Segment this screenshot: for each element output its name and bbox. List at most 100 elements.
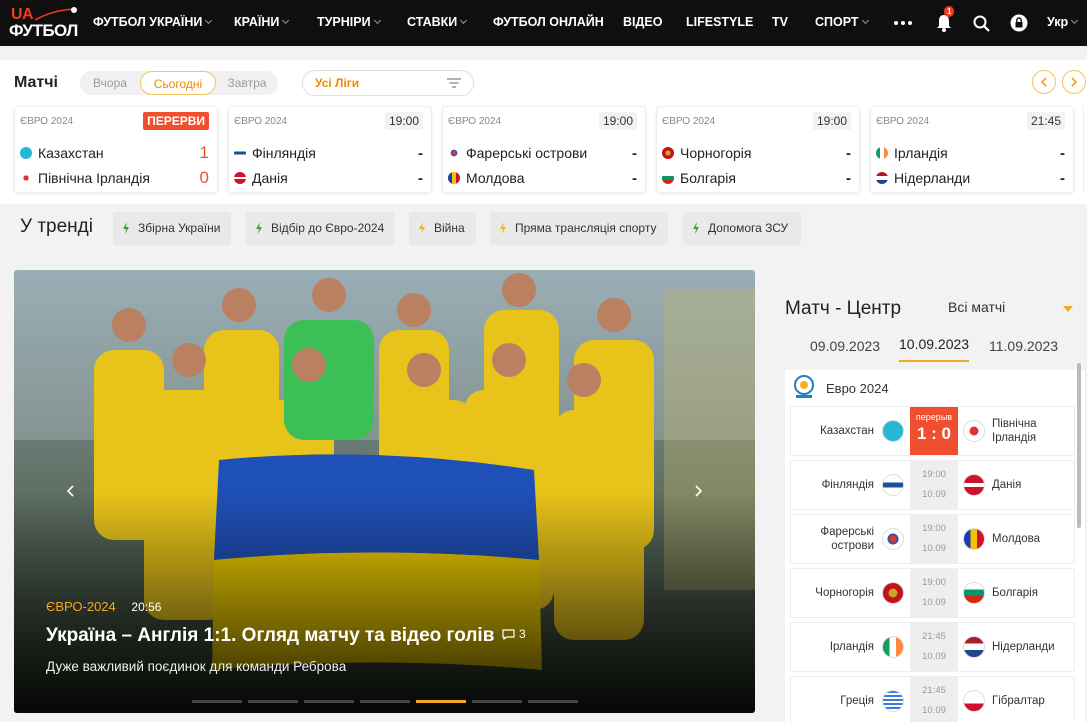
- nav-item-video[interactable]: ВІДЕО: [623, 0, 662, 46]
- tab-tomorrow[interactable]: Завтра: [216, 71, 278, 95]
- match-row[interactable]: Чорногорія 19:00 10.09 Болгарія: [790, 568, 1075, 618]
- league-filter-select[interactable]: Усі Ліги: [302, 70, 474, 96]
- match-date: 10.09: [922, 489, 946, 500]
- away-team-row: Нідерланди -: [876, 168, 1065, 188]
- match-time: 21:45: [1026, 112, 1065, 130]
- hero-time: 20:56: [131, 600, 162, 614]
- flag-northern-ireland-icon: [20, 172, 32, 184]
- match-score-box: перерыв 1 : 0: [910, 407, 958, 455]
- flag-faroe-islands-icon: [882, 528, 904, 550]
- site-logo[interactable]: UA ФУТБОЛ: [9, 4, 81, 42]
- logo-futbol: ФУТБОЛ: [9, 21, 78, 40]
- hero-category[interactable]: ЄВРО-2024: [46, 599, 116, 614]
- date-tab[interactable]: 11.09.2023: [989, 338, 1058, 354]
- away-team: Болгарія: [992, 587, 1038, 599]
- chevron-down-icon: [373, 16, 381, 25]
- search-icon[interactable]: [972, 11, 990, 35]
- match-league: ЄВРО 2024: [20, 116, 74, 127]
- hero-article[interactable]: ЄВРО-2024 20:56 Україна – Англія 1:1. Ог…: [14, 270, 755, 713]
- nav-label: LIFESTYLE: [686, 15, 754, 29]
- match-card[interactable]: ЄВРО 2024 19:00 Фарерські острови - Молд…: [442, 106, 646, 193]
- league-name: Евро 2024: [826, 381, 889, 396]
- team-name: Фарерські острови: [466, 145, 588, 161]
- tab-today[interactable]: Сьогодні: [140, 71, 216, 95]
- slider-dot[interactable]: [360, 700, 410, 703]
- match-center-list: Евро 2024 Казахстан перерыв 1 : 0 Північ…: [785, 370, 1085, 722]
- match-card[interactable]: ЄВРО 2024 21:45 Ірландія - Нідерланди -: [870, 106, 1074, 193]
- slider-dot-active[interactable]: [416, 700, 466, 703]
- flag-kazakhstan-icon: [20, 147, 32, 159]
- trend-tag[interactable]: Пряма трансляція спорту: [490, 212, 668, 245]
- flag-greece-icon: [882, 690, 904, 712]
- match-row[interactable]: Греція 21:45 10.09 Гібралтар: [790, 676, 1075, 722]
- trend-tag[interactable]: Допомога ЗСУ: [683, 212, 801, 245]
- match-center-scrollbar[interactable]: [1077, 363, 1081, 528]
- bolt-icon: [256, 222, 262, 234]
- nav-item-lifestyle[interactable]: LIFESTYLE: [686, 0, 753, 46]
- hero-headline[interactable]: Україна – Англія 1:1. Огляд матчу та від…: [46, 625, 494, 647]
- user-lock-icon[interactable]: [1010, 11, 1028, 35]
- trends-title: У тренді: [20, 216, 93, 237]
- home-team: Фінляндія: [821, 479, 874, 491]
- slider-next-icon[interactable]: [692, 483, 704, 499]
- match-center-filter[interactable]: Всі матчі: [948, 299, 1005, 315]
- date-tab-active[interactable]: 10.09.2023: [899, 336, 970, 362]
- nav-item-tv[interactable]: TV: [772, 0, 788, 46]
- slider-dot[interactable]: [192, 700, 242, 703]
- match-time: 19:00: [922, 523, 946, 534]
- match-row[interactable]: Фінляндія 19:00 10.09 Данія: [790, 460, 1075, 510]
- matches-next-button[interactable]: [1062, 70, 1086, 94]
- top-navigation: UA ФУТБОЛ ФУТБОЛ УКРАЇНИ КРАЇНИ ТУРНІРИ …: [0, 0, 1087, 46]
- match-card[interactable]: ЄВРО 2024 19:00 Фінляндія - Данія -: [228, 106, 432, 193]
- slider-dot[interactable]: [304, 700, 354, 703]
- slider-prev-icon[interactable]: [65, 483, 77, 499]
- notifications-bell-icon[interactable]: 1: [935, 6, 955, 35]
- home-team-row: Фарерські острови -: [448, 143, 637, 163]
- trend-tag[interactable]: Відбір до Євро-2024: [246, 212, 394, 245]
- caret-down-icon[interactable]: [1063, 306, 1073, 312]
- nav-item-countries[interactable]: КРАЇНИ: [234, 0, 290, 46]
- flag-northern-ireland-icon: [963, 420, 985, 442]
- hero-comments[interactable]: 3: [502, 627, 526, 641]
- trend-tag[interactable]: Збірна України: [113, 212, 231, 245]
- chevron-down-icon: [460, 16, 468, 25]
- flag-netherlands-icon: [963, 636, 985, 658]
- nav-item-football-ukraine[interactable]: ФУТБОЛ УКРАЇНИ: [93, 0, 213, 46]
- trend-tag[interactable]: Війна: [409, 212, 476, 245]
- chevron-down-icon: [205, 16, 213, 25]
- team-score: -: [632, 144, 637, 162]
- match-time-box: 21:45 10.09: [910, 623, 958, 671]
- euro-cup-icon: [794, 375, 814, 398]
- match-card[interactable]: ЄВРО 2024 19:00 Чорногорія - Болгарія -: [656, 106, 860, 193]
- language-switcher[interactable]: Укр: [1047, 0, 1079, 46]
- match-row[interactable]: Казахстан перерыв 1 : 0 Північна Ірланді…: [790, 406, 1075, 456]
- away-team-row: Молдова -: [448, 168, 637, 188]
- league-header: Евро 2024: [785, 370, 1075, 404]
- nav-item-football-online[interactable]: ФУТБОЛ ОНЛАЙН: [493, 0, 604, 46]
- match-center-title: Матч - Центр: [785, 298, 902, 319]
- away-team: Данія: [992, 479, 1022, 491]
- date-tab[interactable]: 09.09.2023: [810, 338, 880, 354]
- chevron-down-icon: [861, 16, 869, 25]
- day-tabs: Вчора Сьогодні Завтра: [80, 71, 278, 95]
- nav-item-bets[interactable]: СТАВКИ: [407, 0, 468, 46]
- match-time: 21:45: [922, 631, 946, 642]
- flag-montenegro-icon: [882, 582, 904, 604]
- match-time-box: 21:45 10.09: [910, 677, 958, 722]
- nav-label: КРАЇНИ: [234, 15, 280, 29]
- slider-dot[interactable]: [472, 700, 522, 703]
- match-date: 10.09: [922, 543, 946, 554]
- more-dots-icon[interactable]: [893, 11, 913, 35]
- slider-dot[interactable]: [248, 700, 298, 703]
- nav-item-tournaments[interactable]: ТУРНІРИ: [317, 0, 381, 46]
- match-card[interactable]: ЄВРО 2024 ПЕРЕРВИ Казахстан 1 Північна І…: [14, 106, 218, 193]
- match-row[interactable]: Ірландія 21:45 10.09 Нідерланди: [790, 622, 1075, 672]
- match-time-box: 19:00 10.09: [910, 515, 958, 563]
- matches-prev-button[interactable]: [1032, 70, 1056, 94]
- tab-yesterday[interactable]: Вчора: [80, 71, 140, 95]
- match-row[interactable]: Фарерські острови 19:00 10.09 Молдова: [790, 514, 1075, 564]
- slider-dot[interactable]: [528, 700, 578, 703]
- flag-ireland-icon: [882, 636, 904, 658]
- nav-item-sport[interactable]: СПОРТ: [815, 0, 869, 46]
- bolt-icon: [419, 222, 425, 234]
